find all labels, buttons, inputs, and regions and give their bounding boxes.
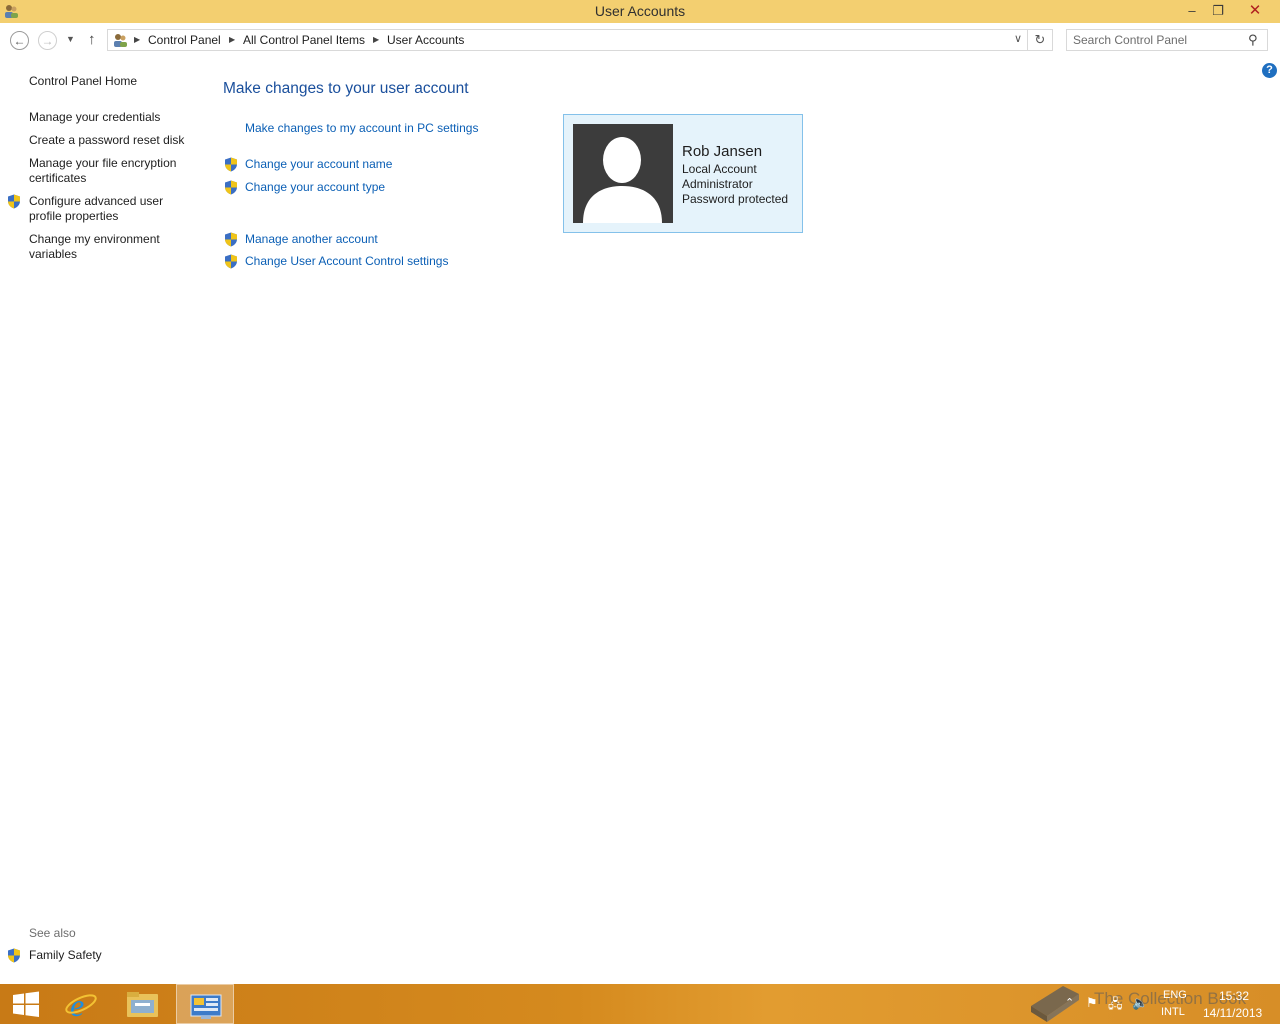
task-change-account-name[interactable]: Change your account name bbox=[245, 157, 392, 171]
task-manage-another-account[interactable]: Manage another account bbox=[245, 232, 378, 246]
breadcrumb-all-control-panel-items[interactable]: All Control Panel Items bbox=[243, 33, 365, 47]
refresh-button[interactable]: ↻ bbox=[1028, 29, 1053, 51]
start-button[interactable] bbox=[0, 984, 58, 1024]
back-button[interactable]: ← bbox=[10, 31, 29, 50]
uac-shield-icon bbox=[225, 180, 237, 195]
breadcrumb-user-accounts[interactable]: User Accounts bbox=[387, 33, 464, 47]
window-title: User Accounts bbox=[594, 3, 686, 19]
sidebar-item-file-encryption-certificates[interactable]: Manage your file encryption certificates bbox=[29, 156, 189, 186]
account-name: Rob Jansen bbox=[682, 143, 763, 160]
navigation-bar: ← → ▼ ↑ ▶ Control Panel ▶ All Control Pa… bbox=[0, 23, 1280, 59]
sidebar-item-password-reset-disk[interactable]: Create a password reset disk bbox=[29, 133, 189, 148]
sidebar-item-control-panel-home[interactable]: Control Panel Home bbox=[29, 74, 189, 89]
account-role: Administrator bbox=[682, 177, 753, 191]
address-dropdown-button[interactable]: ∨ bbox=[1014, 32, 1022, 45]
taskbar-internet-explorer[interactable]: e bbox=[52, 984, 110, 1024]
action-center-flag-icon[interactable]: ⚑ bbox=[1086, 995, 1098, 1035]
search-box[interactable]: ⚲ bbox=[1066, 29, 1268, 51]
help-button[interactable]: ? bbox=[1262, 63, 1277, 78]
breadcrumb-separator[interactable]: ▶ bbox=[134, 35, 140, 44]
network-icon[interactable]: 🖧 bbox=[1108, 995, 1123, 1035]
uac-shield-icon bbox=[225, 232, 237, 247]
control-panel-icon bbox=[114, 34, 127, 47]
task-pc-settings-link[interactable]: Make changes to my account in PC setting… bbox=[245, 121, 478, 135]
forward-button[interactable]: → bbox=[38, 31, 57, 50]
sidebar-item-environment-variables[interactable]: Change my environment variables bbox=[29, 232, 189, 262]
minimize-button[interactable]: ‒ bbox=[1179, 0, 1205, 22]
account-tile: Rob Jansen Local Account Administrator P… bbox=[563, 114, 803, 233]
uac-shield-icon bbox=[225, 157, 237, 172]
taskbar: e The Collection Book ⌃ ⚑ 🖧 🔈 ENG INTL 1… bbox=[0, 984, 1280, 1024]
internet-explorer-icon: e bbox=[65, 987, 97, 1023]
svg-text:e: e bbox=[70, 987, 84, 1023]
clock-time[interactable]: 15:32 bbox=[1219, 989, 1249, 1003]
title-bar: User Accounts ‒ ❐ ✕ bbox=[0, 0, 1280, 23]
account-type: Local Account bbox=[682, 162, 757, 176]
show-hidden-icons-button[interactable]: ⌃ bbox=[1065, 996, 1074, 1036]
breadcrumb-separator[interactable]: ▶ bbox=[373, 35, 379, 44]
task-change-account-type[interactable]: Change your account type bbox=[245, 180, 385, 194]
sidebar-item-manage-credentials[interactable]: Manage your credentials bbox=[29, 110, 189, 125]
recent-locations-button[interactable]: ▼ bbox=[66, 34, 75, 44]
breadcrumb-separator[interactable]: ▶ bbox=[229, 35, 235, 44]
maximize-button[interactable]: ❐ bbox=[1205, 0, 1231, 22]
address-bar[interactable]: ▶ Control Panel ▶ All Control Panel Item… bbox=[107, 29, 1028, 51]
search-icon[interactable]: ⚲ bbox=[1248, 32, 1258, 48]
task-uac-settings[interactable]: Change User Account Control settings bbox=[245, 254, 448, 268]
uac-shield-icon bbox=[8, 194, 20, 209]
folder-icon bbox=[127, 992, 158, 1017]
control-panel-icon bbox=[190, 994, 222, 1019]
up-button[interactable]: ↑ bbox=[88, 31, 96, 48]
uac-shield-icon bbox=[225, 254, 237, 269]
taskbar-control-panel[interactable] bbox=[176, 984, 234, 1024]
sidebar-item-advanced-profile-properties[interactable]: Configure advanced user profile properti… bbox=[29, 194, 189, 224]
volume-icon[interactable]: 🔈 bbox=[1132, 995, 1148, 1035]
breadcrumb-control-panel[interactable]: Control Panel bbox=[148, 33, 221, 47]
keyboard-layout[interactable]: INTL bbox=[1161, 1006, 1185, 1018]
see-also-family-safety[interactable]: Family Safety bbox=[29, 948, 189, 963]
taskbar-file-explorer[interactable] bbox=[113, 984, 171, 1024]
search-input[interactable] bbox=[1073, 32, 1243, 48]
close-button[interactable]: ✕ bbox=[1232, 0, 1278, 22]
book-watermark-icon bbox=[1031, 986, 1079, 1022]
uac-shield-icon bbox=[8, 948, 20, 963]
page-title: Make changes to your user account bbox=[223, 80, 469, 97]
account-password-status: Password protected bbox=[682, 192, 789, 206]
windows-logo-icon bbox=[13, 991, 39, 1017]
user-silhouette-icon bbox=[583, 137, 662, 223]
input-language[interactable]: ENG bbox=[1163, 989, 1187, 1001]
see-also-heading: See also bbox=[29, 926, 76, 940]
clock-date[interactable]: 14/11/2013 bbox=[1203, 1006, 1262, 1020]
avatar bbox=[573, 124, 673, 223]
